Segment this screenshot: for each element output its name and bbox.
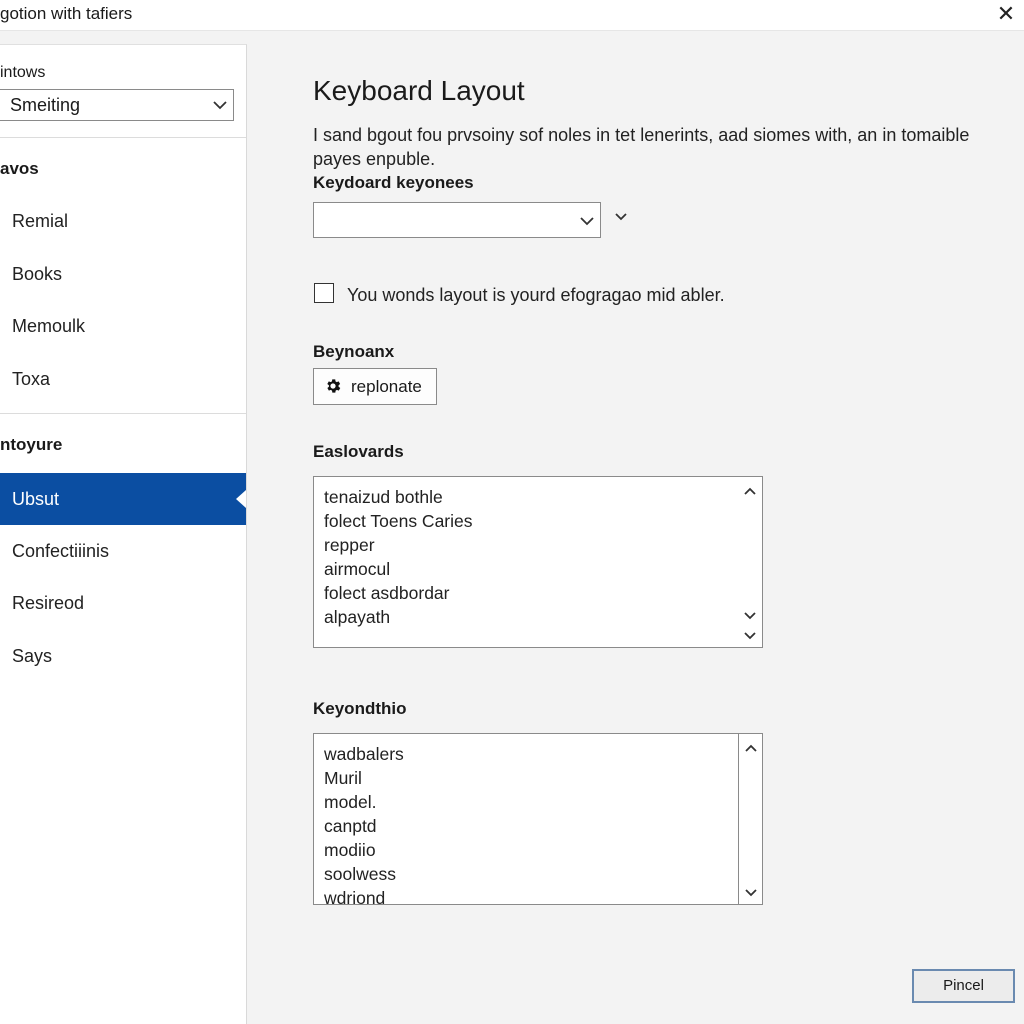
chevron-up-icon[interactable] (744, 742, 758, 756)
list-item[interactable]: repper (324, 533, 473, 557)
list-item[interactable]: soolwess (324, 862, 404, 886)
sidebar-item-says[interactable]: Says (0, 630, 246, 682)
chevron-down-icon[interactable] (744, 885, 758, 899)
replonate-button[interactable]: replonate (313, 368, 437, 405)
list-item[interactable]: tenaizud bothle (324, 485, 473, 509)
sidebar-item-remial[interactable]: Remial (0, 195, 246, 247)
list-item[interactable]: folect asdbordar (324, 581, 473, 605)
chevron-down-icon[interactable] (743, 628, 757, 642)
chevron-down-icon (580, 217, 594, 226)
list-item[interactable]: wadbalers (324, 742, 404, 766)
keyboard-field-label: Keydoard keyonees (313, 173, 474, 192)
list-item[interactable]: folect Toens Caries (324, 509, 473, 533)
cancel-button[interactable]: Pincel (912, 969, 1015, 1003)
chevron-down-icon[interactable] (743, 608, 757, 622)
list2-label: Keyondthio (313, 699, 407, 718)
selection-indicator (236, 490, 246, 508)
sidebar-divider (0, 413, 246, 414)
main-content: Keyboard Layout I sand bgout fou prvsoin… (247, 31, 1024, 1024)
chevron-down-icon (213, 101, 227, 110)
window-title: gotion with tafiers (0, 4, 133, 23)
settings-window: gotion with tafiers ✕ intows Smeiting av… (0, 0, 1024, 1024)
chevron-down-icon[interactable] (613, 209, 629, 225)
list2-items: wadbalers Muril model. canptd modiio soo… (324, 742, 404, 910)
sidebar-dropdown[interactable]: Smeiting (0, 89, 234, 121)
sidebar: intows Smeiting avos Remial Books Memoul… (0, 44, 247, 1024)
list1-label: Easlovards (313, 442, 404, 461)
list2-scrollbar[interactable] (738, 734, 762, 904)
keyboard-select[interactable] (313, 202, 601, 238)
sidebar-divider (0, 137, 246, 138)
page-description: I sand bgout fou prvsoiny sof noles in t… (313, 125, 970, 169)
sidebar-group-header-1: avos (0, 159, 39, 178)
close-icon[interactable]: ✕ (994, 2, 1018, 26)
sidebar-item-books[interactable]: Books (0, 248, 246, 300)
layout-checkbox-label: You wonds layout is yourd efogragao mid … (347, 285, 725, 305)
sidebar-item-toxa[interactable]: Toxa (0, 353, 246, 405)
list-item[interactable]: airmocul (324, 557, 473, 581)
sidebar-section-label: intows (0, 64, 46, 81)
list-item[interactable]: alpayath (324, 605, 473, 629)
gear-icon (327, 379, 341, 393)
list1-items: tenaizud bothle folect Toens Caries repp… (324, 485, 473, 629)
title-bar: gotion with tafiers ✕ (0, 0, 1024, 31)
sidebar-item-memoulk[interactable]: Memoulk (0, 300, 246, 352)
list2-box[interactable]: wadbalers Muril model. canptd modiio soo… (313, 733, 763, 908)
list-item[interactable]: modiio (324, 838, 404, 862)
sidebar-item-label: Ubsut (12, 489, 60, 509)
list1-box[interactable]: tenaizud bothle folect Toens Caries repp… (313, 476, 763, 648)
replonate-button-label: replonate (351, 377, 422, 396)
list1-scrollbar[interactable] (738, 477, 762, 647)
list-item[interactable]: Muril (324, 766, 404, 790)
list-item[interactable]: model. (324, 790, 404, 814)
sidebar-item-confectiiinis[interactable]: Confectiiinis (0, 525, 246, 577)
sidebar-group-header-2: ntoyure (0, 435, 63, 454)
page-title: Keyboard Layout (313, 75, 525, 106)
list-item[interactable]: canptd (324, 814, 404, 838)
layout-checkbox[interactable] (314, 283, 334, 303)
list-item[interactable]: wdriond (324, 886, 404, 910)
beyond-label: Beynoanx (313, 342, 395, 361)
chevron-up-icon[interactable] (743, 485, 757, 499)
sidebar-item-ubsut[interactable]: Ubsut (0, 473, 246, 525)
sidebar-item-resireod[interactable]: Resireod (0, 577, 246, 629)
sidebar-dropdown-value: Smeiting (10, 95, 81, 115)
